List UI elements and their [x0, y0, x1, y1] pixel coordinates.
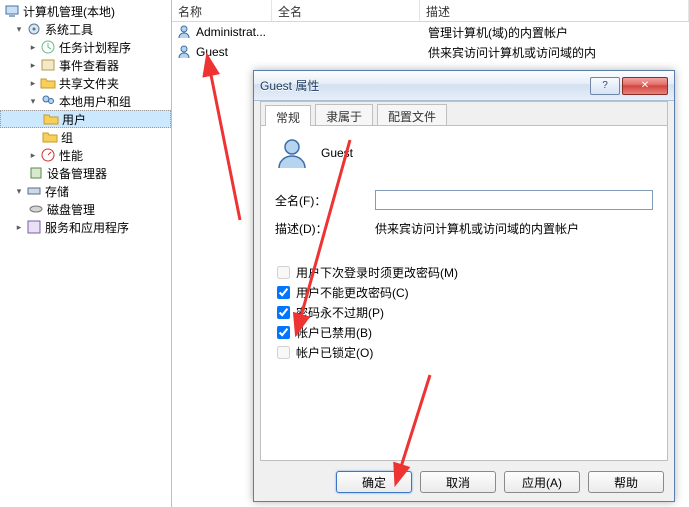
users-icon	[40, 93, 56, 109]
tree-label: 共享文件夹	[59, 75, 119, 92]
chk-account-locked	[277, 346, 290, 359]
gear-icon	[26, 21, 42, 37]
services-icon	[26, 219, 42, 235]
user-icon	[176, 24, 192, 40]
device-icon	[28, 165, 44, 181]
properties-dialog: Guest 属性 ? ✕ 常规 隶属于 配置文件 Guest 全名(F)： 描述…	[253, 70, 675, 502]
fullname-label: 全名(F)：	[275, 192, 375, 209]
help-button-icon[interactable]: ?	[590, 77, 620, 95]
tree-shared-folders[interactable]: ▸ 共享文件夹	[0, 74, 171, 92]
chk-label: 用户不能更改密码(C)	[296, 284, 409, 301]
close-icon[interactable]: ✕	[622, 77, 668, 95]
tree-label: 组	[61, 129, 73, 146]
tree-storage[interactable]: ▾ 存储	[0, 182, 171, 200]
column-fullname[interactable]: 全名	[272, 0, 420, 21]
folder-icon	[43, 111, 59, 127]
cancel-button[interactable]: 取消	[420, 471, 496, 493]
caret-right-icon: ▸	[28, 150, 38, 160]
computer-icon	[4, 3, 20, 19]
folder-icon	[40, 75, 56, 91]
perf-icon	[40, 147, 56, 163]
apply-button[interactable]: 应用(A)	[504, 471, 580, 493]
list-item[interactable]: Administrat... 管理计算机(域)的内置帐户	[172, 22, 689, 42]
dialog-button-row: 确定 取消 应用(A) 帮助	[336, 471, 664, 493]
clock-icon	[40, 39, 56, 55]
list-header: 名称 全名 描述	[172, 0, 689, 22]
tab-strip: 常规 隶属于 配置文件	[261, 102, 667, 126]
help-button[interactable]: 帮助	[588, 471, 664, 493]
fullname-input[interactable]	[375, 190, 653, 210]
cell-name: Guest	[196, 45, 280, 59]
user-icon	[176, 44, 192, 60]
tree-label: 设备管理器	[47, 165, 107, 182]
chk-pw-never-expire[interactable]	[277, 306, 290, 319]
tree-root[interactable]: 计算机管理(本地)	[0, 2, 171, 20]
chk-label: 帐户已禁用(B)	[296, 324, 372, 341]
tree-label: 本地用户和组	[59, 93, 131, 110]
caret-down-icon: ▾	[28, 96, 38, 106]
column-name[interactable]: 名称	[172, 0, 272, 21]
caret-right-icon: ▸	[14, 222, 24, 232]
tree-label: 事件查看器	[59, 57, 119, 74]
user-large-icon	[275, 136, 309, 170]
disk-icon	[28, 201, 44, 217]
username-display: Guest	[321, 146, 353, 160]
tab-profile[interactable]: 配置文件	[377, 104, 447, 125]
dialog-body: 常规 隶属于 配置文件 Guest 全名(F)： 描述(D)： 供来宾访问计算机…	[260, 101, 668, 461]
chk-account-disabled[interactable]	[277, 326, 290, 339]
tree-system-tools[interactable]: ▾ 系统工具	[0, 20, 171, 38]
chk-label: 用户下次登录时须更改密码(M)	[296, 264, 458, 281]
caret-right-icon: ▸	[28, 42, 38, 52]
tree-task-scheduler[interactable]: ▸ 任务计划程序	[0, 38, 171, 56]
tree-device-manager[interactable]: 设备管理器	[0, 164, 171, 182]
list-item[interactable]: Guest 供来宾访问计算机或访问域的内	[172, 42, 689, 62]
chk-label: 密码永不过期(P)	[296, 304, 384, 321]
tree-services-apps[interactable]: ▸ 服务和应用程序	[0, 218, 171, 236]
tab-memberof[interactable]: 隶属于	[315, 104, 373, 125]
cell-name: Administrat...	[196, 25, 280, 39]
tree-local-users-groups[interactable]: ▾ 本地用户和组	[0, 92, 171, 110]
dialog-titlebar[interactable]: Guest 属性 ? ✕	[254, 71, 674, 101]
tree-label: 性能	[59, 147, 83, 164]
tree-label: 磁盘管理	[47, 201, 95, 218]
caret-down-icon: ▾	[14, 186, 24, 196]
caret-down-icon: ▾	[14, 24, 24, 34]
folder-icon	[42, 129, 58, 145]
event-icon	[40, 57, 56, 73]
tree-disk-management[interactable]: 磁盘管理	[0, 200, 171, 218]
nav-tree: 计算机管理(本地) ▾ 系统工具 ▸ 任务计划程序 ▸ 事件查看器 ▸ 共享文件…	[0, 0, 172, 507]
tree-label: 服务和应用程序	[45, 219, 129, 236]
tree-event-viewer[interactable]: ▸ 事件查看器	[0, 56, 171, 74]
chk-label: 帐户已锁定(O)	[296, 344, 373, 361]
storage-icon	[26, 183, 42, 199]
dialog-title: Guest 属性	[260, 77, 588, 94]
cell-desc: 供来宾访问计算机或访问域的内	[428, 44, 689, 61]
chk-cannot-change-pw[interactable]	[277, 286, 290, 299]
tree-label: 存储	[45, 183, 69, 200]
tab-content: Guest 全名(F)： 描述(D)： 供来宾访问计算机或访问域的内置帐户 用户…	[261, 126, 667, 374]
cell-desc: 管理计算机(域)的内置帐户	[428, 24, 689, 41]
description-value: 供来宾访问计算机或访问域的内置帐户	[375, 220, 653, 237]
tree-performance[interactable]: ▸ 性能	[0, 146, 171, 164]
column-description[interactable]: 描述	[420, 0, 689, 21]
caret-right-icon: ▸	[28, 78, 38, 88]
tree-label: 计算机管理(本地)	[23, 3, 115, 20]
ok-button[interactable]: 确定	[336, 471, 412, 493]
description-label: 描述(D)：	[275, 220, 375, 237]
tree-users[interactable]: 用户	[0, 110, 171, 128]
caret-right-icon: ▸	[28, 60, 38, 70]
tree-groups[interactable]: 组	[0, 128, 171, 146]
tree-label: 用户	[62, 111, 86, 128]
tree-label: 系统工具	[45, 21, 93, 38]
chk-change-next-login	[277, 266, 290, 279]
tree-label: 任务计划程序	[59, 39, 131, 56]
tab-general[interactable]: 常规	[265, 105, 311, 126]
